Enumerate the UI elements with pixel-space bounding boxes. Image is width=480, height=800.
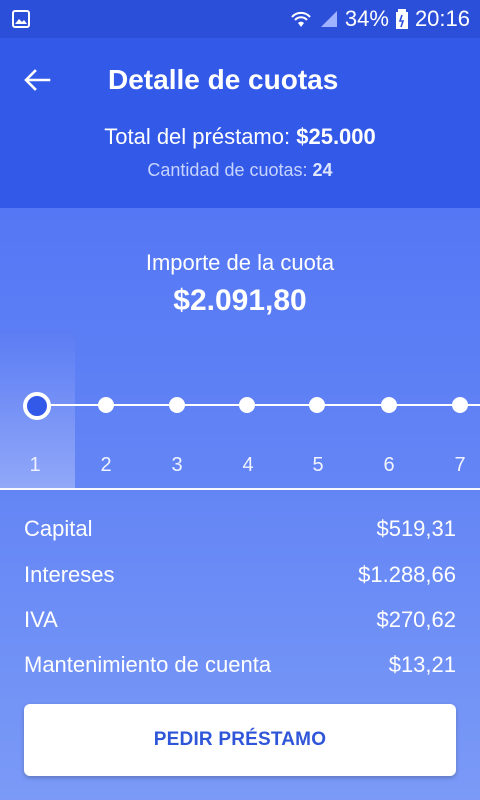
breakdown-value: $519,31 bbox=[376, 516, 456, 541]
installment-dot-6[interactable] bbox=[381, 397, 397, 413]
request-loan-button[interactable]: PEDIR PRÉSTAMO bbox=[24, 704, 456, 776]
installment-number-1[interactable]: 1 bbox=[15, 454, 55, 477]
installment-dot-2[interactable] bbox=[98, 397, 114, 413]
installment-dot-4[interactable] bbox=[239, 397, 255, 413]
breakdown-label: Capital bbox=[24, 516, 93, 541]
status-indicators: 34% 20:16 bbox=[289, 0, 470, 38]
gallery-icon bbox=[12, 10, 30, 28]
battery-percent: 34% bbox=[344, 6, 389, 31]
installment-number-6[interactable]: 6 bbox=[369, 454, 409, 477]
status-time: 20:16 bbox=[414, 6, 470, 31]
installment-dot-3[interactable] bbox=[169, 397, 185, 413]
installment-number-5[interactable]: 5 bbox=[298, 454, 338, 477]
breakdown-row-iva: IVA $270,62 bbox=[24, 607, 456, 637]
installments-count-value: 24 bbox=[312, 160, 333, 180]
installment-amount-label: Importe de la cuota bbox=[145, 250, 335, 275]
installment-number-7[interactable]: 7 bbox=[440, 454, 480, 477]
installment-number-2[interactable]: 2 bbox=[86, 454, 126, 477]
breakdown-row-capital: Capital $519,31 bbox=[24, 516, 456, 546]
wifi-icon bbox=[291, 11, 311, 27]
signal-icon bbox=[320, 11, 337, 27]
back-arrow-icon bbox=[24, 69, 51, 91]
installment-number-4[interactable]: 4 bbox=[228, 454, 268, 477]
installment-timeline[interactable]: 1 2 3 4 5 6 7 bbox=[0, 330, 480, 488]
loan-header: Detalle de cuotas Total del préstamo: $2… bbox=[0, 38, 480, 208]
installment-number-3[interactable]: 3 bbox=[157, 454, 197, 477]
breakdown-row-mantenimiento: Mantenimiento de cuenta $13,21 bbox=[24, 652, 456, 682]
installment-dot-1[interactable] bbox=[23, 392, 51, 420]
page-title: Detalle de cuotas bbox=[108, 64, 339, 95]
breakdown-label: Mantenimiento de cuenta bbox=[24, 652, 272, 677]
battery-icon bbox=[395, 9, 408, 29]
breakdown-row-intereses: Intereses $1.288,66 bbox=[24, 562, 456, 592]
loan-total-value: $25.000 bbox=[296, 124, 376, 149]
back-button[interactable] bbox=[20, 63, 54, 97]
installment-dot-5[interactable] bbox=[309, 397, 325, 413]
installments-count: Cantidad de cuotas: 24 bbox=[0, 160, 480, 181]
loan-total-label: Total del préstamo: bbox=[104, 124, 291, 149]
loan-total: Total del préstamo: $25.000 bbox=[0, 124, 480, 150]
breakdown-label: Intereses bbox=[24, 562, 115, 587]
breakdown-value: $1.288,66 bbox=[358, 562, 456, 587]
installment-amount-value: $2.091,80 bbox=[173, 284, 307, 317]
installments-count-label: Cantidad de cuotas: bbox=[147, 160, 308, 180]
section-divider bbox=[0, 488, 480, 490]
installment-dot-7[interactable] bbox=[452, 397, 468, 413]
breakdown-label: IVA bbox=[24, 607, 58, 632]
breakdown-value: $270,62 bbox=[376, 607, 456, 632]
status-bar: 34% 20:16 bbox=[0, 0, 480, 38]
breakdown-value: $13,21 bbox=[388, 652, 456, 677]
